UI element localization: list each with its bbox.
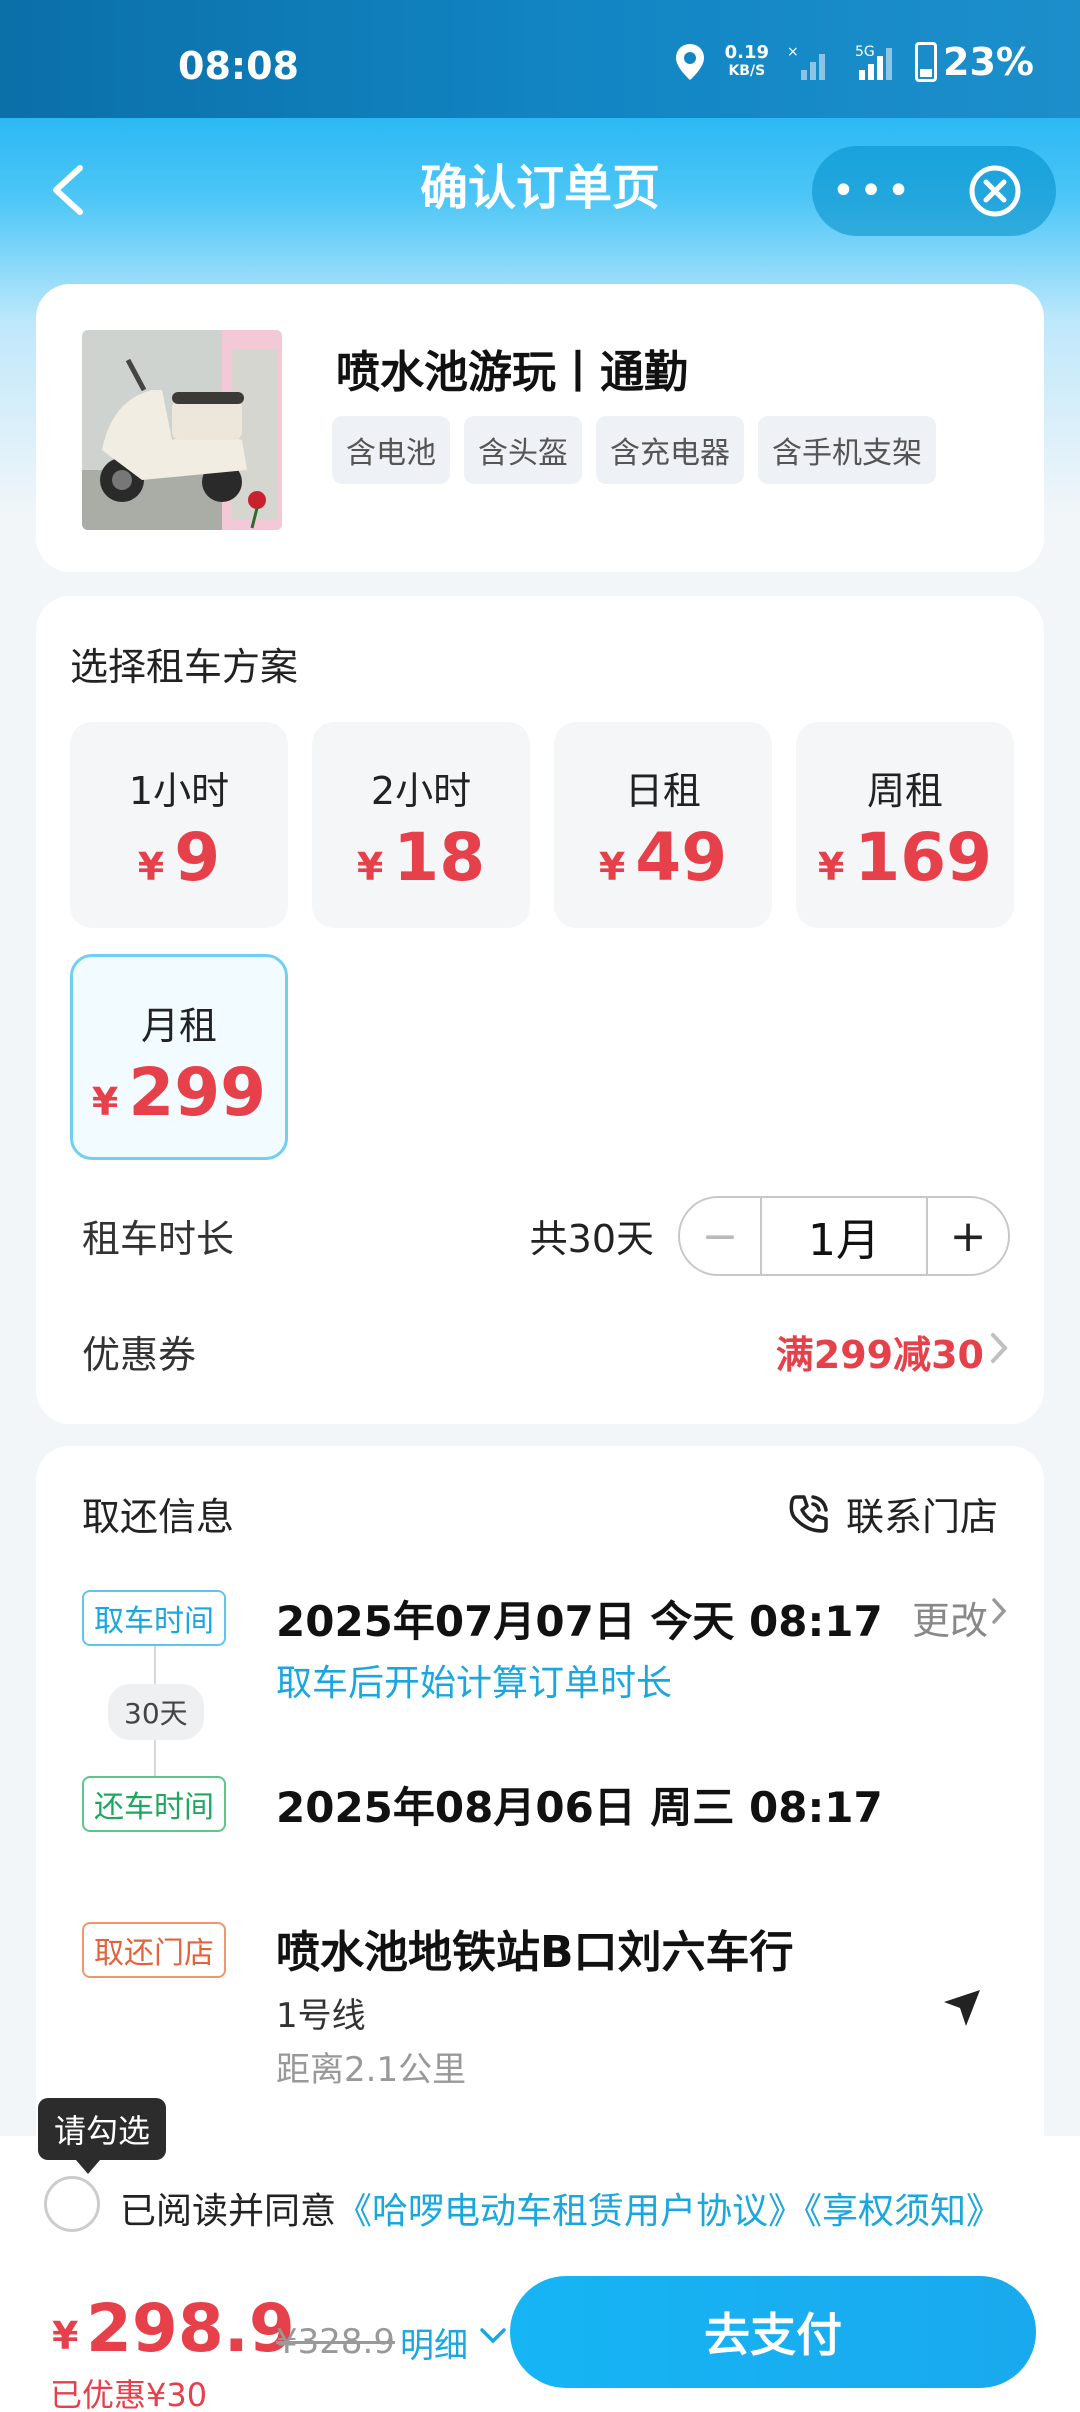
net-speed: 0.19 KB/S [725, 44, 769, 80]
plan-label: 日租 [624, 769, 701, 813]
currency-symbol: ¥ [817, 845, 845, 889]
section-title-pickup: 取还信息 [82, 1495, 235, 1539]
scooter-image [82, 330, 282, 530]
battery-icon [915, 42, 938, 82]
signal-icon-1: × [787, 44, 826, 80]
tag-battery: 含电池 [332, 416, 450, 484]
svg-text:×: × [787, 44, 799, 60]
contact-store-button[interactable]: 联系门店 [786, 1486, 998, 1541]
agreement-text: 已阅读并同意《哈啰电动车租赁用户协议》《享权须知》 [120, 2182, 1002, 2234]
section-title-plans: 选择租车方案 [70, 645, 299, 689]
status-time: 08:08 [178, 44, 299, 88]
currency-symbol: ¥ [356, 845, 384, 889]
scooter-picture [82, 330, 282, 530]
return-time: 2025年08月06日 周三 08:17 [276, 1783, 883, 1832]
increment-button[interactable]: + [928, 1198, 1008, 1274]
price-detail-button[interactable]: 明细 [400, 2318, 468, 2367]
close-icon [969, 165, 1021, 217]
user-agreement-link[interactable]: 《哈啰电动车租赁用户协议》 [336, 2191, 804, 2232]
rental-plan-card: 选择租车方案 1小时 ¥9 2小时 ¥18 日租 ¥49 周租 ¥169 月租 … [36, 596, 1044, 1424]
net-speed-unit: KB/S [728, 63, 766, 79]
contact-store-label: 联系门店 [845, 1495, 998, 1539]
pay-button[interactable]: 去支付 [510, 2276, 1036, 2388]
location-icon [675, 44, 704, 80]
plan-amount: 49 [635, 819, 728, 896]
nav-bar: 确认订单页 ••• [0, 118, 1080, 254]
pickup-time-badge: 取车时间 [82, 1590, 226, 1646]
battery: 23% [915, 40, 1034, 84]
pickup-hint: 取车后开始计算订单时长 [276, 1663, 673, 1704]
duration-label: 租车时长 [82, 1217, 235, 1261]
navigate-icon[interactable] [940, 1986, 984, 2030]
plan-option-daily[interactable]: 日租 ¥49 [554, 722, 772, 928]
chevron-right-icon[interactable] [988, 1330, 1010, 1366]
check-tooltip: 请勾选 [38, 2098, 167, 2174]
discount-amount: 已优惠¥30 [50, 2376, 208, 2412]
plan-option-weekly[interactable]: 周租 ¥169 [796, 722, 1014, 928]
plan-label: 周租 [866, 769, 943, 813]
net-speed-value: 0.19 [724, 42, 770, 63]
price-currency: ¥ [52, 2314, 79, 2358]
close-button[interactable] [934, 146, 1056, 236]
plan-price: ¥169 [796, 819, 1014, 896]
plan-label: 月租 [140, 1004, 217, 1048]
tag-helmet: 含头盔 [464, 416, 582, 484]
product-tags: 含电池 含头盔 含充电器 含手机支架 [332, 416, 936, 484]
currency-symbol: ¥ [598, 845, 626, 889]
duration-stepper: − 1月 + [678, 1196, 1010, 1276]
battery-level: 23% [943, 40, 1034, 84]
plan-label: 1小时 [128, 769, 230, 813]
plan-option-1h[interactable]: 1小时 ¥9 [70, 722, 288, 928]
tag-charger: 含充电器 [596, 416, 744, 484]
product-name: 喷水池游玩丨通勤 [336, 347, 688, 398]
duration-value: 1月 [760, 1198, 928, 1274]
total-price: 298.9 [86, 2290, 295, 2367]
plan-price: ¥9 [70, 819, 288, 896]
currency-symbol: ¥ [137, 845, 165, 889]
status-bar: 08:08 0.19 KB/S × 5G 23% [0, 0, 1080, 118]
plan-amount: 18 [393, 819, 486, 896]
rental-days-pill: 30天 [108, 1684, 204, 1740]
agreement-prefix: 已阅读并同意 [120, 2191, 337, 2232]
change-time-button[interactable]: 更改 [912, 1590, 988, 1645]
plan-option-2h[interactable]: 2小时 ¥18 [312, 722, 530, 928]
chevron-down-icon[interactable] [478, 2326, 508, 2346]
plan-amount: 9 [174, 819, 221, 896]
network-label: 5G [855, 44, 875, 60]
plan-label: 2小时 [370, 769, 472, 813]
duration-total: 共30天 [529, 1217, 654, 1261]
plan-amount: 169 [854, 819, 993, 896]
store-metro-line: 1号线 [276, 1996, 366, 2036]
chevron-right-icon[interactable] [990, 1596, 1008, 1626]
coupon-value[interactable]: 满299减30 [776, 1324, 984, 1379]
rights-notice-link[interactable]: 《享权须知》 [804, 2191, 1002, 2232]
plan-option-monthly[interactable]: 月租 ¥299 [70, 954, 288, 1160]
return-time-badge: 还车时间 [82, 1776, 226, 1832]
store-badge: 取还门店 [82, 1922, 226, 1978]
product-card: 喷水池游玩丨通勤 含电池 含头盔 含充电器 含手机支架 [36, 284, 1044, 572]
tag-phone-mount: 含手机支架 [758, 416, 936, 484]
plan-price: ¥49 [554, 819, 772, 896]
coupon-label: 优惠券 [82, 1333, 197, 1377]
status-icons: 0.19 KB/S × 5G 23% [673, 40, 1034, 84]
currency-symbol: ¥ [91, 1080, 119, 1124]
more-button[interactable]: ••• [812, 146, 934, 236]
agree-checkbox[interactable] [44, 2176, 100, 2232]
plan-price: ¥18 [312, 819, 530, 896]
store-distance: 距离2.1公里 [276, 2050, 467, 2090]
signal-icon-5g: 5G [855, 44, 893, 80]
phone-icon [789, 1494, 828, 1533]
original-price: ¥328.9 [276, 2322, 395, 2362]
plan-price: ¥299 [73, 1054, 285, 1131]
pickup-time: 2025年07月07日 今天 08:17 [276, 1597, 883, 1646]
mini-program-capsule: ••• [812, 146, 1056, 236]
store-name: 喷水池地铁站B口刘六车行 [276, 1927, 794, 1978]
plan-amount: 299 [128, 1054, 267, 1131]
decrement-button[interactable]: − [680, 1198, 760, 1274]
